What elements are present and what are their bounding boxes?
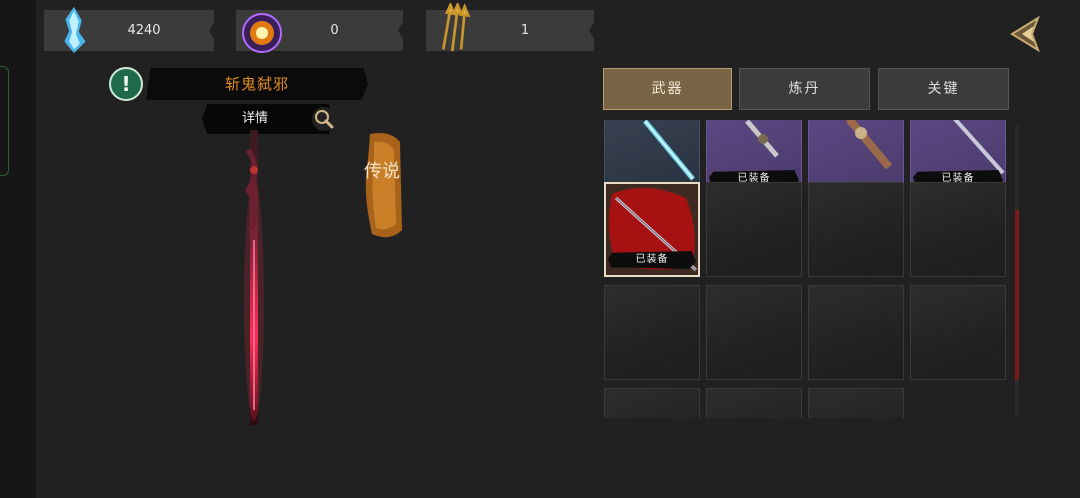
tab-key-items[interactable]: 关键 bbox=[878, 68, 1009, 110]
alert-icon[interactable]: ! bbox=[109, 67, 143, 101]
inventory-slot-empty[interactable] bbox=[706, 388, 802, 418]
inventory-scrollbar-thumb[interactable] bbox=[1015, 210, 1019, 380]
inventory-slot-empty[interactable] bbox=[604, 285, 700, 380]
golden-arrows-icon bbox=[441, 3, 471, 52]
arrows-count: 1 bbox=[520, 23, 530, 38]
magnifier-icon[interactable] bbox=[311, 106, 337, 132]
inventory-slot-empty[interactable] bbox=[808, 388, 904, 418]
inventory-slot-empty[interactable] bbox=[808, 182, 904, 277]
blue-crystal-icon bbox=[64, 6, 86, 54]
rarity-label: 传说 bbox=[364, 161, 400, 182]
orb-count: 0 bbox=[330, 23, 339, 38]
inventory-slot-selected[interactable]: 已装备 bbox=[604, 182, 700, 277]
inventory-slot-empty[interactable] bbox=[910, 285, 1006, 380]
inventory-slot-empty[interactable] bbox=[808, 285, 904, 380]
inventory-slot-empty[interactable] bbox=[604, 388, 700, 418]
tab-weapons[interactable]: 武器 bbox=[603, 68, 732, 110]
crystal-count: 4240 bbox=[127, 23, 161, 38]
weapon-name: 斩鬼弑邪 bbox=[146, 68, 368, 100]
inventory-slot-empty[interactable] bbox=[706, 285, 802, 380]
fire-orb-icon bbox=[242, 13, 282, 53]
settings-ornament-icon[interactable] bbox=[1008, 14, 1048, 54]
tab-alchemy[interactable]: 炼丹 bbox=[739, 68, 870, 110]
inventory-slot-empty[interactable] bbox=[910, 182, 1006, 277]
inventory-slot-empty[interactable] bbox=[706, 182, 802, 277]
spear-artwork bbox=[244, 130, 264, 425]
equipped-badge: 已装备 bbox=[608, 251, 696, 269]
inventory-grid: 已装备 已装备 已装备 bbox=[604, 120, 1008, 418]
rarity-banner bbox=[365, 133, 402, 238]
side-handle[interactable] bbox=[0, 66, 9, 176]
